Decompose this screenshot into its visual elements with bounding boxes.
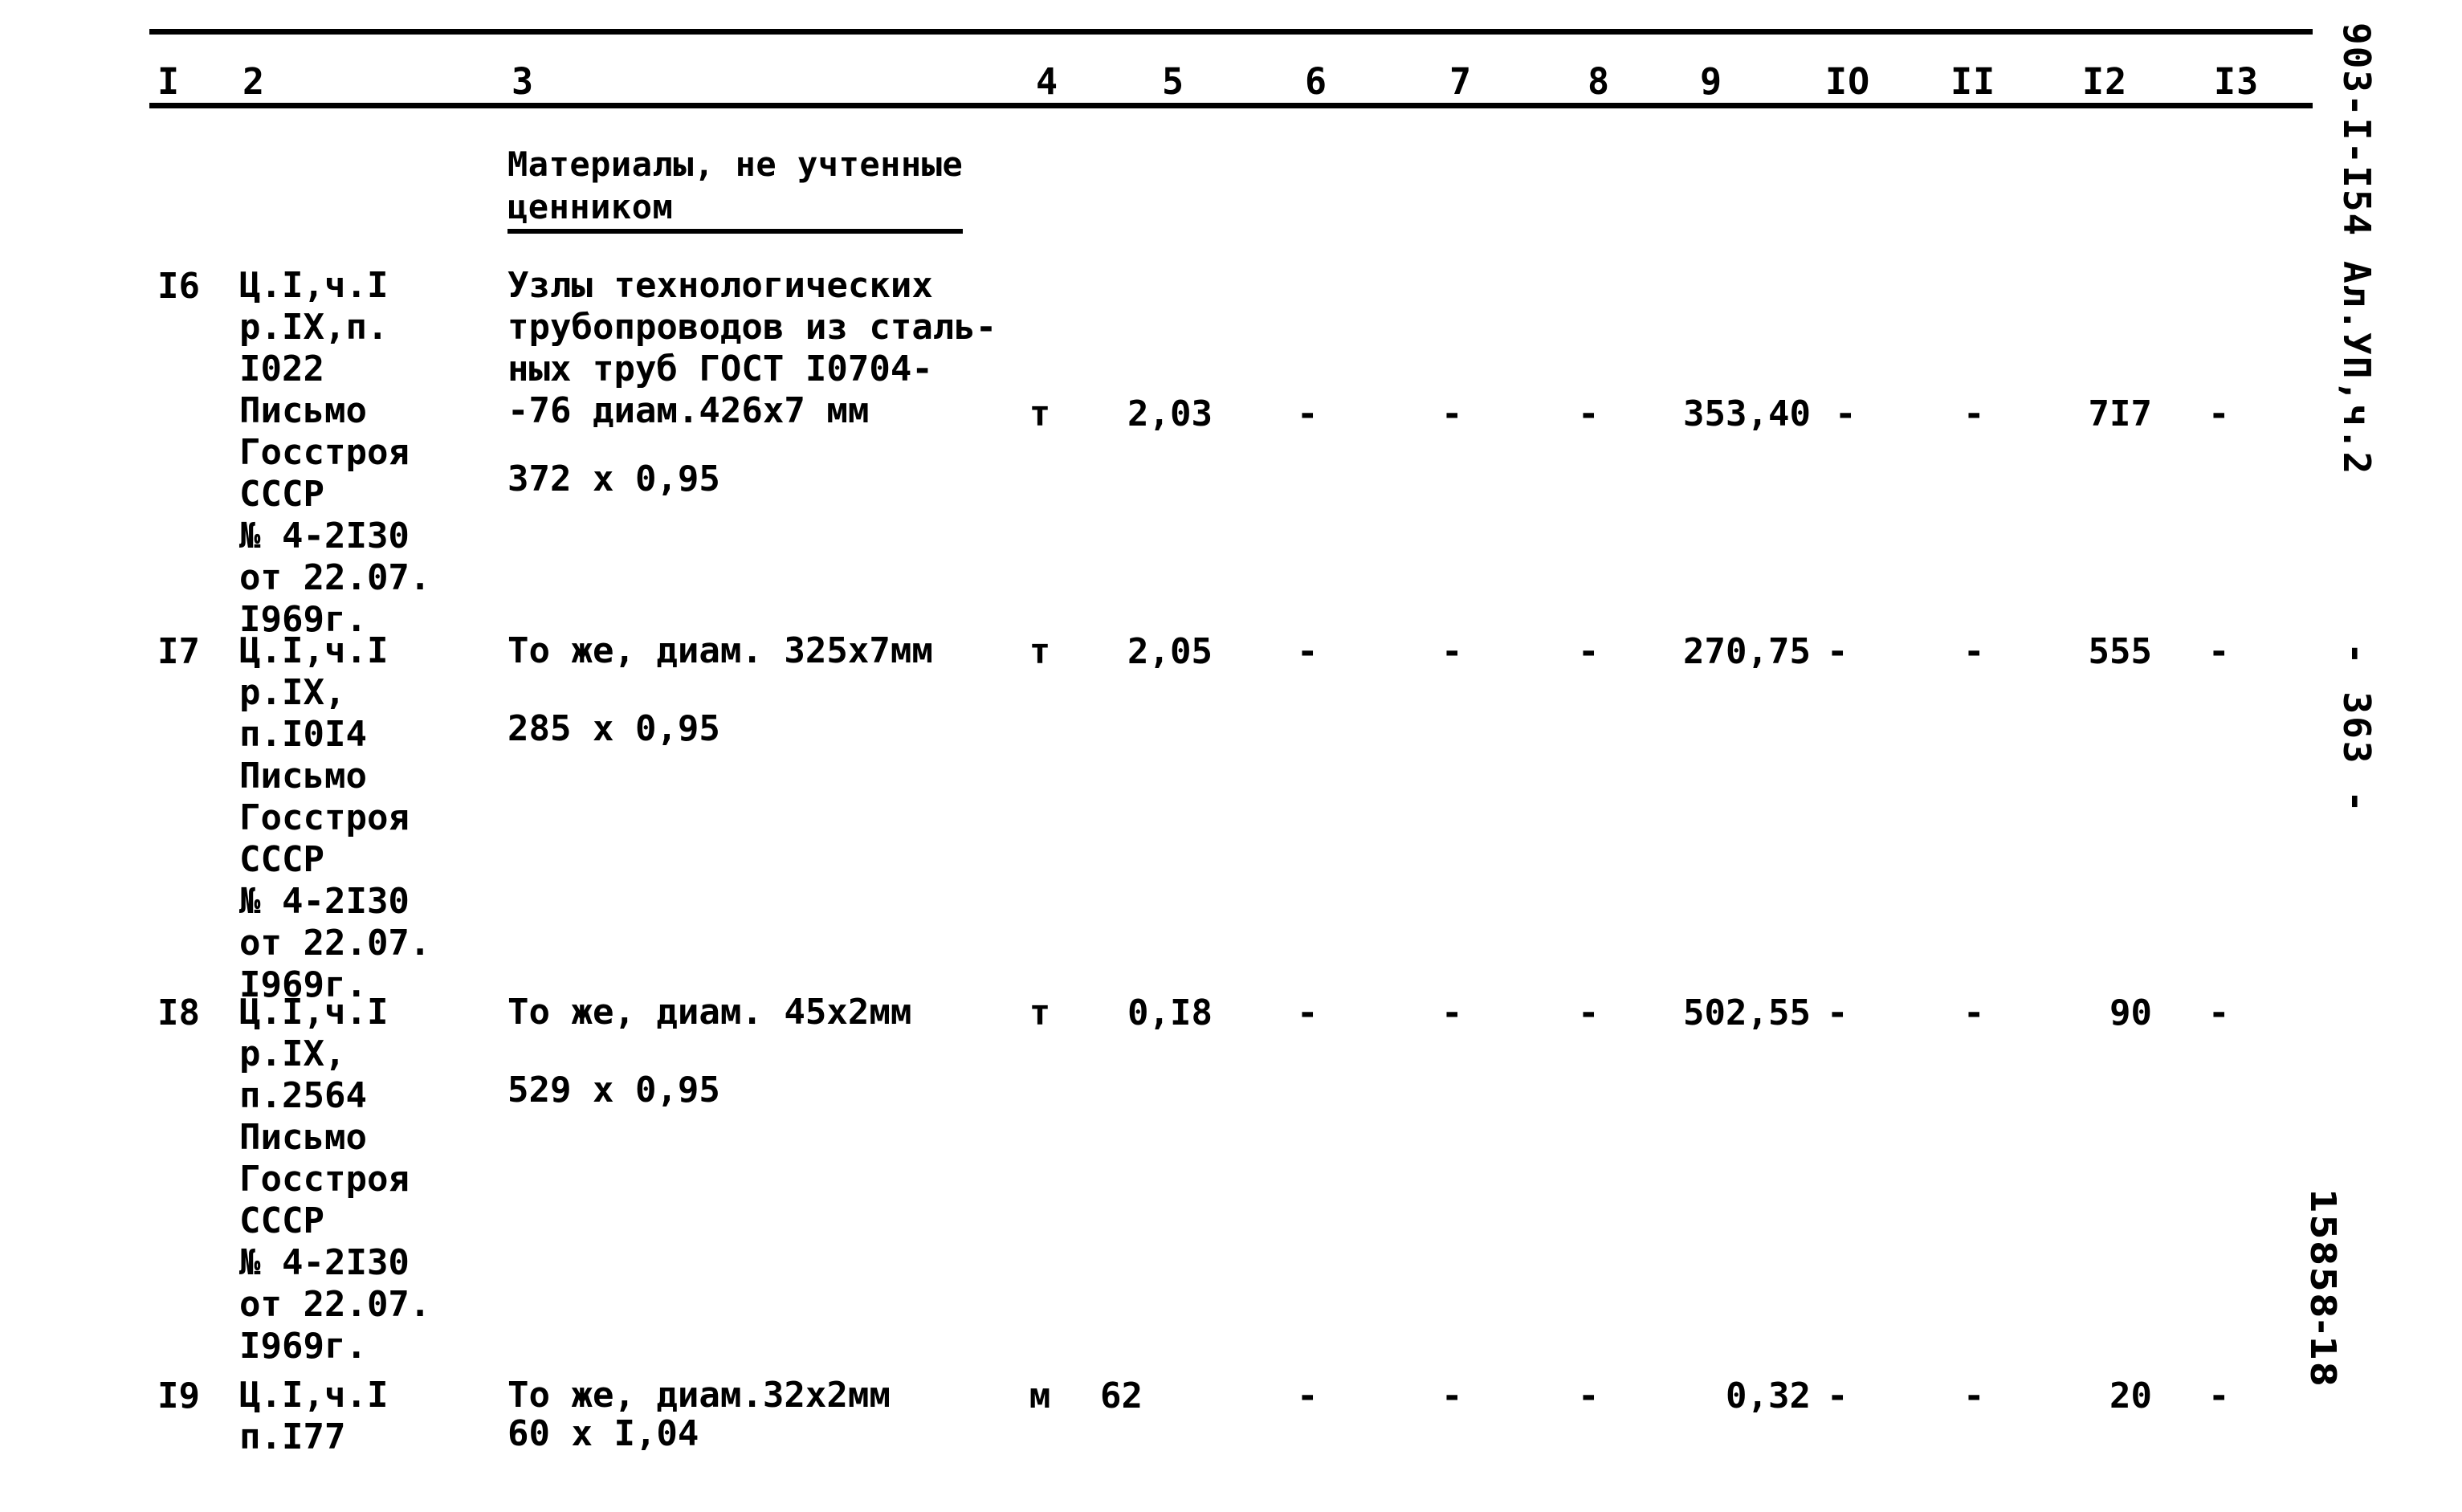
row-col9: 0,32 <box>1726 1375 1811 1416</box>
column-header-7: 7 <box>1449 60 1473 103</box>
column-header-12: I2 <box>2082 60 2128 103</box>
row-justification: Ц.I,ч.I р.IX, п.2564 Письмо Госстроя ССС… <box>239 992 431 1367</box>
document-code-label: 903-I-I54 Ал.УП,ч.2 <box>2335 22 2378 476</box>
column-header-5: 5 <box>1162 60 1185 103</box>
row-col6: - <box>1297 393 1319 434</box>
row-col12: 555 <box>2088 631 2152 672</box>
row-col7: - <box>1441 631 1463 672</box>
row-unit: т <box>1029 393 1051 434</box>
row-col9: 353,40 <box>1683 393 1811 434</box>
row-col12: 7I7 <box>2088 393 2152 434</box>
column-header-13: I3 <box>2214 60 2260 103</box>
row-col5: 62 <box>1100 1375 1143 1416</box>
row-col8: - <box>1578 1375 1600 1416</box>
column-header-9: 9 <box>1700 60 1723 103</box>
row-col12: 20 <box>2109 1375 2152 1416</box>
column-header-11: II <box>1950 60 1996 103</box>
row-col9: 270,75 <box>1683 631 1811 672</box>
row-col8: - <box>1578 992 1600 1033</box>
document-page: I 2 3 4 5 6 7 8 9 IO II I2 I3 Материалы,… <box>0 0 2462 1512</box>
row-description: То же, диам. 325х7мм <box>507 630 933 671</box>
row-calculation: 285 х 0,95 <box>507 708 720 749</box>
row-col13: - <box>2208 992 2230 1033</box>
page-number-label: - 363 - <box>2335 642 2378 815</box>
row-col13: - <box>2208 631 2230 672</box>
row-col5: 2,05 <box>1127 631 1213 672</box>
row-col7: - <box>1441 1375 1463 1416</box>
column-header-8: 8 <box>1588 60 1611 103</box>
row-justification: Ц.I,ч.I п.I77 <box>239 1375 389 1457</box>
row-col10: - <box>1835 393 1857 434</box>
row-col5: 0,I8 <box>1127 992 1213 1033</box>
row-col10: - <box>1827 1375 1849 1416</box>
row-col12: 90 <box>2109 992 2152 1033</box>
column-header-2: 2 <box>243 60 266 103</box>
row-description: То же, диам.32х2мм <box>507 1375 891 1416</box>
row-description: То же, диам. 45х2мм <box>507 992 912 1033</box>
row-col8: - <box>1578 631 1600 672</box>
row-col11: - <box>1963 631 1985 672</box>
column-header-10: IO <box>1825 60 1871 103</box>
row-col9: 502,55 <box>1683 992 1811 1033</box>
row-col11: - <box>1963 992 1985 1033</box>
row-number: I6 <box>157 266 200 307</box>
row-description: Узлы технологических трубопроводов из ст… <box>507 265 997 431</box>
table-header-rule <box>149 103 2313 108</box>
row-col13: - <box>2208 393 2230 434</box>
row-col11: - <box>1963 1375 1985 1416</box>
row-calculation: 372 х 0,95 <box>507 458 720 499</box>
row-col6: - <box>1297 1375 1319 1416</box>
row-col8: - <box>1578 393 1600 434</box>
row-col6: - <box>1297 631 1319 672</box>
column-header-4: 4 <box>1036 60 1059 103</box>
table-column-headers: I 2 3 4 5 6 7 8 9 IO II I2 I3 <box>0 59 2264 104</box>
row-justification: Ц.I,ч.I р.IX,п. I022 Письмо Госстроя ССС… <box>239 265 431 640</box>
row-number: I7 <box>157 631 200 672</box>
row-col7: - <box>1441 992 1463 1033</box>
row-unit: м <box>1029 1375 1051 1416</box>
row-unit: т <box>1029 631 1051 672</box>
row-col13: - <box>2208 1375 2230 1416</box>
row-calculation: 529 х 0,95 <box>507 1070 720 1111</box>
column-header-6: 6 <box>1305 60 1328 103</box>
archive-stamp-number: 15858-18 <box>2302 1188 2343 1388</box>
row-col7: - <box>1441 393 1463 434</box>
row-col6: - <box>1297 992 1319 1033</box>
row-calculation: 60 х I,04 <box>507 1413 699 1454</box>
row-col10: - <box>1827 992 1849 1033</box>
row-col5: 2,03 <box>1127 393 1213 434</box>
row-number: I9 <box>157 1375 200 1416</box>
row-col10: - <box>1827 631 1849 672</box>
row-col11: - <box>1963 393 1985 434</box>
row-number: I8 <box>157 992 200 1033</box>
row-unit: т <box>1029 992 1051 1033</box>
table-top-rule <box>149 29 2313 35</box>
row-justification: Ц.I,ч.I р.IX, п.I0I4 Письмо Госстроя ССС… <box>239 630 431 1005</box>
column-header-1: I <box>157 60 181 103</box>
section-title: Материалы, не учтенные ценником <box>507 143 964 234</box>
column-header-3: 3 <box>512 60 535 103</box>
